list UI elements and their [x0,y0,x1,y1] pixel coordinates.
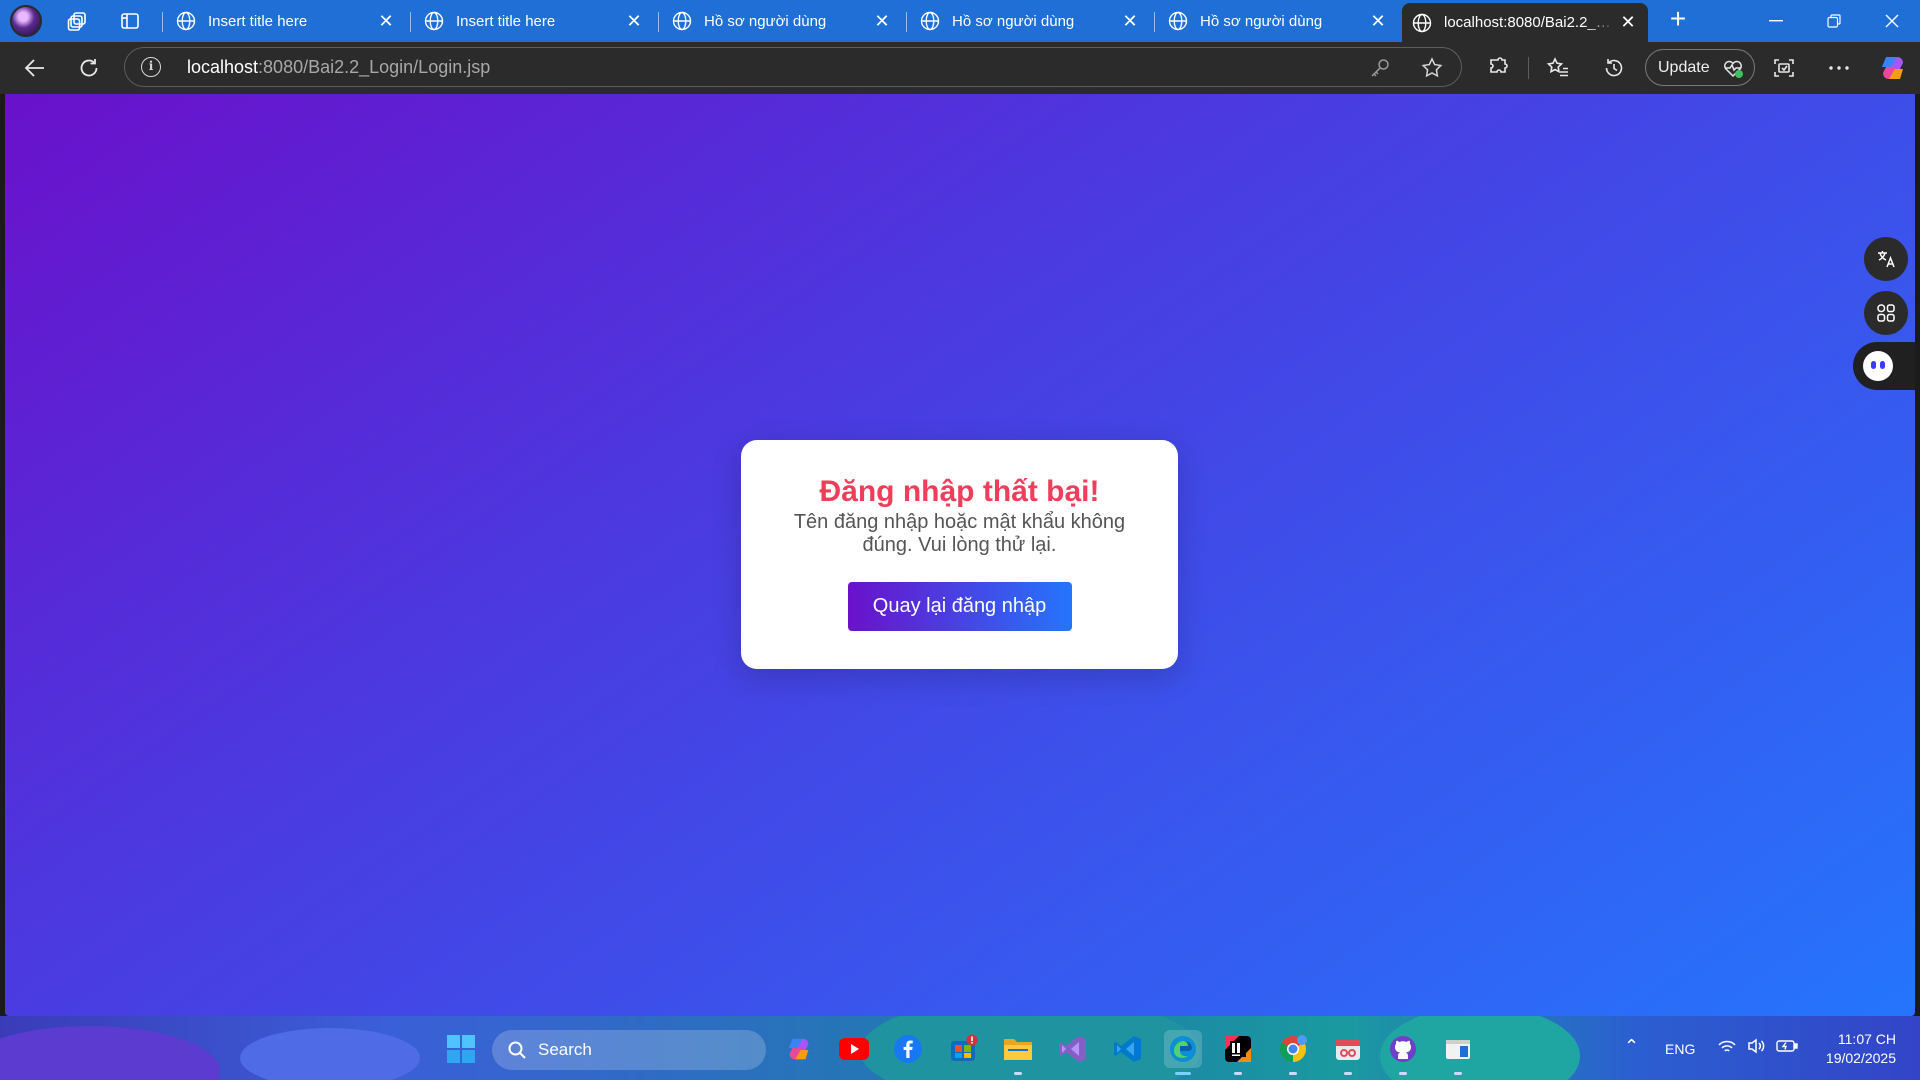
store-icon[interactable] [944,1030,982,1068]
running-indicator [1234,1072,1242,1075]
globe-icon [1168,11,1188,31]
youtube-icon[interactable] [835,1030,873,1068]
wallpaper-shape [240,1028,420,1080]
chrome-icon[interactable] [1274,1030,1312,1075]
sandbox-icon[interactable] [1439,1030,1477,1075]
url-host: localhost [187,57,259,77]
copilot-icon[interactable] [1877,52,1909,84]
close-icon[interactable]: ✕ [624,11,644,32]
update-button[interactable]: Update [1645,49,1755,86]
tab-title: Insert title here [456,12,556,30]
browser-toolbar: i localhost:8080/Bai2.2_Login/Login.jsp … [0,42,1920,94]
minimize-button[interactable] [1748,0,1804,42]
visual-studio-icon[interactable] [1054,1030,1092,1068]
more-menu-icon[interactable] [1823,52,1855,84]
tab-title: Insert title here [208,12,308,30]
address-url[interactable]: localhost:8080/Bai2.2_Login/Login.jsp [187,57,490,78]
assistant-bot-icon[interactable] [1853,342,1915,390]
show-hidden-icons[interactable]: ⌃ [1624,1036,1639,1057]
password-key-icon[interactable] [1369,57,1391,79]
facebook-icon[interactable] [889,1030,927,1068]
favorite-star-icon[interactable] [1421,57,1443,79]
refresh-button[interactable] [73,52,105,84]
vscode-icon[interactable] [1109,1030,1147,1068]
running-indicator [1014,1072,1022,1075]
copilot-app-icon[interactable] [780,1030,818,1068]
taskbar-clock[interactable]: 11:07 CH 19/02/2025 [1812,1030,1896,1068]
translate-icon[interactable] [1864,237,1908,281]
language-indicator[interactable]: ENG [1665,1041,1695,1057]
history-button[interactable] [1598,52,1630,84]
close-icon[interactable]: ✕ [1368,11,1388,32]
tab-insert-title-2[interactable]: Insert title here ✕ [410,3,654,39]
tab-strip: Insert title here ✕ Insert title here ✕ … [0,0,1920,42]
close-icon[interactable]: ✕ [376,11,396,32]
back-button[interactable] [19,52,51,84]
browser-essentials-icon [1724,60,1743,78]
tab-title: localhost:8080/Bai2.2_Login/Login.jsp [1444,14,1618,31]
search-icon [508,1041,526,1059]
clock-date: 19/02/2025 [1825,1050,1896,1066]
page-viewport: Đăng nhập thất bại! Tên đăng nhập hoặc m… [5,94,1915,1016]
profile-avatar[interactable] [10,5,42,37]
globe-icon [1412,13,1432,32]
tab-profile-1[interactable]: Hồ sơ người dùng ✕ [658,3,902,39]
restore-button[interactable] [1806,0,1862,42]
site-info-icon[interactable]: i [141,57,161,77]
running-indicator [1344,1072,1352,1075]
running-indicator [1289,1072,1297,1075]
tab-profile-2[interactable]: Hồ sơ người dùng ✕ [906,3,1150,39]
file-explorer-icon[interactable] [999,1030,1037,1075]
battery-icon[interactable] [1776,1039,1798,1056]
tab-profile-3[interactable]: Hồ sơ người dùng ✕ [1154,3,1398,39]
tab-title: Hồ sơ người dùng [1200,12,1323,30]
running-indicator [1175,1072,1191,1075]
close-icon[interactable]: ✕ [1618,12,1638,33]
intellij-icon[interactable] [1219,1030,1257,1075]
wallpaper-shape [0,1026,220,1080]
back-to-login-button[interactable]: Quay lại đăng nhập [847,582,1072,631]
close-icon[interactable]: ✕ [872,11,892,32]
new-tab-button[interactable]: + [1662,4,1694,36]
globe-icon [920,11,940,31]
screenshot-button[interactable] [1768,52,1800,84]
snipping-tool-icon[interactable] [1329,1030,1367,1075]
start-button[interactable] [442,1030,480,1068]
globe-icon [176,11,196,31]
search-label: Search [538,1040,592,1059]
error-message: Tên đăng nhập hoặc mật khẩu không đúng. … [793,511,1126,556]
taskbar: Search ⌃ ENG 11:07 CH 19/02/2025 [0,1016,1920,1080]
address-bar[interactable]: i localhost:8080/Bai2.2_Login/Login.jsp [124,47,1462,87]
favorites-button[interactable] [1542,52,1574,84]
clock-time: 11:07 CH [1837,1031,1896,1047]
wifi-icon[interactable] [1718,1040,1736,1057]
globe-icon [424,11,444,31]
vertical-tabs-icon[interactable] [114,5,146,37]
page-title: Đăng nhập thất bại! [819,475,1100,508]
volume-icon[interactable] [1747,1038,1767,1057]
github-icon[interactable] [1384,1030,1422,1075]
tab-title: Hồ sơ người dùng [952,12,1075,30]
apps-grid-icon[interactable] [1864,291,1908,335]
globe-icon [672,11,692,31]
error-card: Đăng nhập thất bại! Tên đăng nhập hoặc m… [741,440,1178,669]
tab-login-active[interactable]: localhost:8080/Bai2.2_Login/Login.jsp ✕ [1402,3,1648,42]
running-indicator [1454,1072,1462,1075]
close-window-button[interactable] [1864,0,1920,42]
toolbar-divider [1528,57,1529,79]
workspaces-icon[interactable] [62,5,94,37]
edge-icon[interactable] [1164,1030,1202,1075]
tab-insert-title-1[interactable]: Insert title here ✕ [162,3,406,39]
close-icon[interactable]: ✕ [1120,11,1140,32]
bot-face [1863,351,1893,381]
extensions-button[interactable] [1482,52,1514,84]
taskbar-search[interactable]: Search [492,1030,766,1070]
tab-title: Hồ sơ người dùng [704,12,827,30]
url-path: :8080/Bai2.2_Login/Login.jsp [258,57,491,77]
running-indicator [1399,1072,1407,1075]
update-label: Update [1658,58,1710,76]
